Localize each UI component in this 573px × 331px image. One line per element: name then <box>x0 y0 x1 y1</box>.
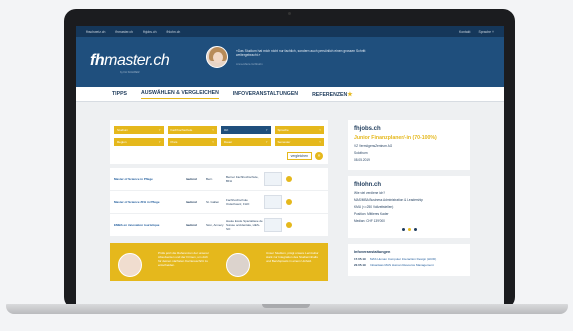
filter-university[interactable]: Fachhochschule ˅ <box>167 126 217 134</box>
testimonial-author: Anna-Maria Gribbahn <box>236 62 263 66</box>
program-name[interactable]: Master of Science ZFH in Pflege <box>114 200 186 204</box>
select-icon[interactable] <box>286 222 292 228</box>
nav-item-references[interactable]: REFERENZEN★ <box>312 91 353 98</box>
top-right-links: Kontakt Sprache ˅ <box>459 30 494 34</box>
program-place: Bern <box>206 177 213 181</box>
program-school: Haute Ecole Spécialisée de Suisse occide… <box>226 219 263 231</box>
salary-question: Wie viel verdiene ich? <box>354 190 386 195</box>
program-school: Fachhochschule Ostschweiz, FHO <box>226 198 250 206</box>
program-mode: laufend <box>186 223 197 227</box>
event-title[interactable]: Infoanlass MAS Human Resource Management <box>370 263 464 267</box>
person-photo <box>118 253 142 277</box>
table-row[interactable]: EMBA en innovation touristique laufend S… <box>110 214 328 237</box>
nav-item-info-events[interactable]: INFOVERANSTALTUNGEN <box>233 91 298 97</box>
testimonial-quote: «Das Studium hat mich nicht nur fachlich… <box>236 49 366 58</box>
job-card[interactable]: fhjobs.ch Junior Finanzplaner/-in (70-10… <box>348 120 470 170</box>
filter-location[interactable]: Ort ˅ <box>221 126 271 134</box>
main-navigation: TIPPS AUSWÄHLEN & VERGLEICHEN INFOVERANS… <box>76 87 504 102</box>
events-card: Infoveranstaltungen 17.05.19 MAS Human C… <box>348 243 470 276</box>
site-link[interactable]: fhlohn.ch <box>167 30 181 34</box>
job-title[interactable]: Junior Finanzplaner/-in (70-100%) <box>354 135 464 141</box>
laptop-notch <box>262 304 310 308</box>
filter-semester[interactable]: Semester ˅ <box>274 138 324 146</box>
logo-subtitle: by FH SCHWEIZ <box>120 71 140 74</box>
brand-logo[interactable]: fhmaster.ch <box>90 52 170 70</box>
nav-item-select-compare[interactable]: AUSWÄHLEN & VERGLEICHEN <box>141 90 219 99</box>
sidebar: fhjobs.ch Junior Finanzplaner/-in (70-10… <box>348 120 470 282</box>
event-date: 22.05.19 <box>354 262 366 267</box>
program-mode: laufend <box>186 177 197 181</box>
program-place: Sion, Annecy <box>206 223 224 227</box>
person-photo <box>226 253 250 277</box>
compare-button[interactable]: vergleichen <box>286 152 312 160</box>
laptop-screen: fhschweiz.ch fhmaster.ch fhjobs.ch fhloh… <box>76 26 504 306</box>
table-row[interactable]: Master of Science in Pflege laufend Bern… <box>110 168 328 191</box>
compare-row: vergleichen » <box>110 152 328 164</box>
arrow-icon[interactable]: » <box>315 152 323 160</box>
job-date: 08.05.2019 <box>354 158 370 163</box>
chevron-down-icon: ˅ <box>158 140 161 144</box>
dot-icon <box>407 227 411 231</box>
site-link[interactable]: fhmaster.ch <box>115 30 133 34</box>
chevron-down-icon: ˅ <box>212 140 214 144</box>
filter-region[interactable]: Region ˅ <box>114 138 164 146</box>
select-icon[interactable] <box>286 199 292 205</box>
comparison-area: Studium ˅ Fachhochschule ˅ Ort ˅ Sprache ˅ R… <box>110 120 328 306</box>
chevron-down-icon: ˅ <box>319 128 321 132</box>
dot-icon <box>413 227 417 231</box>
program-school: Berner Fachhochschule, BFH <box>226 175 259 183</box>
salary-site-title: fhlohn.ch <box>354 181 381 188</box>
chevron-down-icon: ˅ <box>319 140 321 144</box>
salary-degree: MAS/MBA Business Administration & Leader… <box>354 197 423 202</box>
site-link[interactable]: fhschweiz.ch <box>86 30 105 34</box>
select-icon[interactable] <box>286 176 292 182</box>
hero-banner: fhmaster.ch by FH SCHWEIZ «Das Studium h… <box>76 37 504 87</box>
school-logo <box>264 172 282 186</box>
school-logo <box>264 218 282 232</box>
job-site-title: fhjobs.ch <box>354 126 381 132</box>
carousel-dots[interactable] <box>354 227 464 231</box>
camera-icon <box>288 12 291 15</box>
table-row[interactable]: Master of Science ZFH in Pflege laufend … <box>110 191 328 214</box>
program-list: Master of Science in Pflege laufend Bern… <box>110 168 328 237</box>
salary-size: KMU (<=250 Vollzeitstellen) <box>354 205 394 210</box>
promo-text-left: Prüfe jetzt die Referenzen der unserer A… <box>158 251 209 267</box>
event-item[interactable]: 17.05.19 MAS Human Computer Interaction … <box>354 257 464 261</box>
nav-item-tips[interactable]: TIPPS <box>112 91 127 97</box>
event-date: 17.05.19 <box>354 256 366 261</box>
site-links: fhschweiz.ch fhmaster.ch fhjobs.ch fhloh… <box>86 30 180 34</box>
filter-duration[interactable]: Dauer ˅ <box>221 138 271 146</box>
testimonial-promo: Prüfe jetzt die Referenzen der unserer A… <box>110 243 328 281</box>
testimonial-avatar <box>206 46 228 68</box>
program-name[interactable]: Master of Science in Pflege <box>114 177 186 181</box>
site-link[interactable]: fhjobs.ch <box>143 30 157 34</box>
program-mode: laufend <box>186 200 197 204</box>
filter-study[interactable]: Studium ˅ <box>114 126 164 134</box>
job-company: VZ VermögensZentrum AG <box>354 144 393 148</box>
event-item[interactable]: 22.05.19 Infoanlass MAS Human Resource M… <box>354 263 464 267</box>
contact-link[interactable]: Kontakt <box>459 30 471 34</box>
school-logo <box>264 195 282 209</box>
dot-icon <box>401 227 405 231</box>
promo-text-right: Unser Studium, prägt unsere Lernkultur s… <box>266 251 319 263</box>
salary-card[interactable]: fhlohn.ch Wie viel verdiene ich? MAS/MBA… <box>348 175 470 238</box>
salary-position: Position: Mittleres Kader <box>354 212 389 217</box>
laptop-scene: fhschweiz.ch fhmaster.ch fhjobs.ch fhloh… <box>0 0 573 331</box>
events-heading: Infoveranstaltungen <box>354 249 391 254</box>
star-icon: ★ <box>347 91 353 98</box>
chevron-down-icon: ˅ <box>212 128 214 132</box>
chevron-down-icon: ˅ <box>158 128 161 132</box>
job-location: Solothurn <box>354 151 368 156</box>
event-title[interactable]: MAS Human Computer Interaction Design (H… <box>370 257 464 261</box>
filter-price[interactable]: Preis ˅ <box>167 138 217 146</box>
chevron-down-icon: ˅ <box>265 140 268 144</box>
program-place: St. Gallen <box>206 200 220 204</box>
top-bar: fhschweiz.ch fhmaster.ch fhjobs.ch fhloh… <box>76 26 504 37</box>
chevron-down-icon: ˅ <box>265 128 268 132</box>
language-selector[interactable]: Sprache ˅ <box>478 30 494 34</box>
program-name[interactable]: EMBA en innovation touristique <box>114 223 186 227</box>
filter-language[interactable]: Sprache ˅ <box>274 126 324 134</box>
salary-median: Median: CHF 139'000 <box>354 219 385 224</box>
filter-panel: Studium ˅ Fachhochschule ˅ Ort ˅ Sprache ˅ R… <box>110 120 328 152</box>
